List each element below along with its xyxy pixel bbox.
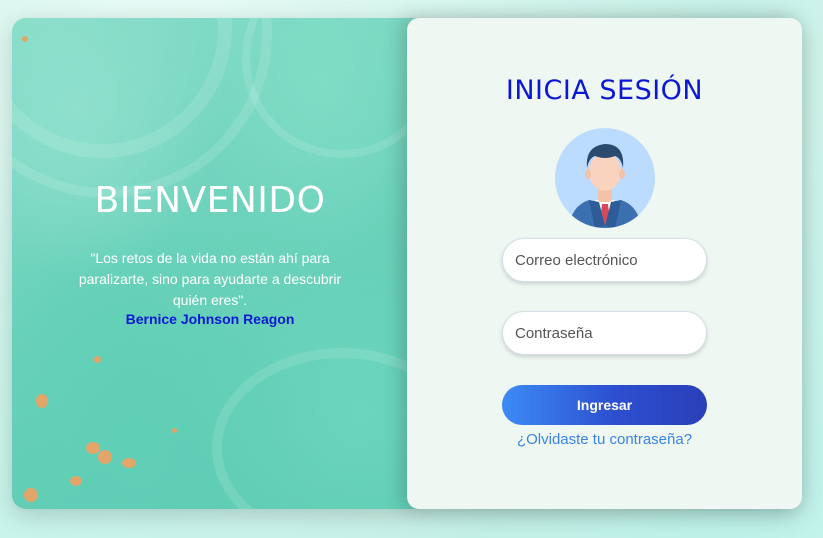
gold-splash	[86, 442, 100, 454]
forgot-password-link[interactable]: ¿Olvidaste tu contraseña?	[407, 431, 802, 448]
gold-splash	[94, 356, 101, 363]
login-button[interactable]: Ingresar	[502, 385, 707, 425]
watercolor-decoration	[12, 18, 272, 198]
login-form-panel: INICIA SESIÓN Ingresar ¿Olvidaste tu con…	[407, 18, 802, 509]
gold-splash	[70, 476, 82, 486]
gold-splash	[122, 458, 136, 468]
welcome-title: BIENVENIDO	[94, 180, 326, 221]
watercolor-decoration	[212, 348, 424, 509]
email-field[interactable]	[502, 238, 707, 282]
gold-splash	[36, 394, 48, 408]
gold-splash	[98, 450, 112, 464]
businessman-avatar-icon	[555, 128, 655, 228]
password-field[interactable]	[502, 311, 707, 355]
quote-text: "Los retos de la vida no están ahí para …	[78, 250, 342, 308]
welcome-panel: BIENVENIDO "Los retos de la vida no está…	[12, 18, 424, 509]
watercolor-decoration	[242, 18, 424, 158]
gold-splash	[24, 488, 38, 502]
gold-splash	[22, 36, 28, 42]
login-title: INICIA SESIÓN	[505, 75, 704, 106]
gold-splash	[172, 428, 177, 433]
login-card: BIENVENIDO "Los retos de la vida no está…	[12, 18, 802, 509]
quote-author: Bernice Johnson Reagon	[125, 311, 295, 327]
